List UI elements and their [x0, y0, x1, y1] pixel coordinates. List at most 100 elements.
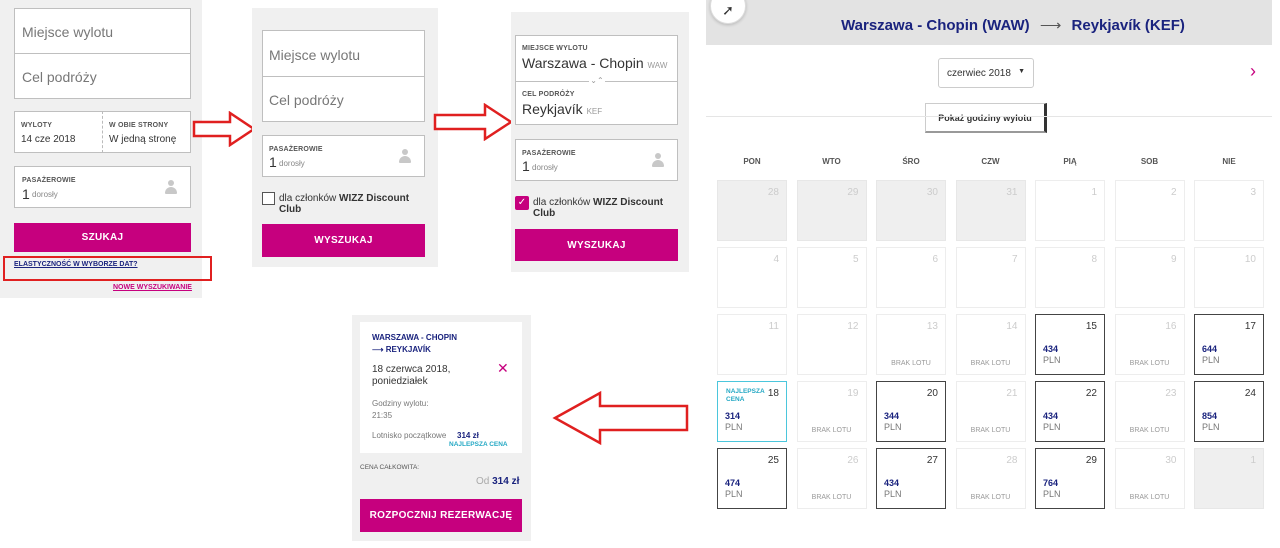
calendar-day: 2: [1114, 180, 1185, 241]
search-button[interactable]: WYSZUKAJ: [515, 229, 678, 261]
departure-date-field[interactable]: [14, 111, 103, 153]
search-button[interactable]: WYSZUKAJ: [262, 224, 425, 257]
day-number: 29: [1085, 455, 1097, 466]
day-currency: PLN: [1202, 422, 1220, 432]
summary-time-value: 21:35: [372, 411, 393, 420]
no-flight-label: BRAK LOTU: [1129, 494, 1170, 501]
day-currency: PLN: [1043, 355, 1061, 365]
best-price-badge: NAJLEPSZA CENA: [726, 388, 765, 403]
club-prefix: dla członków: [279, 193, 340, 204]
club-name-line2: Club: [533, 208, 556, 219]
calendar-day[interactable]: 18 314 PLN NAJLEPSZA CENA: [717, 381, 787, 442]
person-icon: [399, 149, 411, 163]
day-number: 30: [1165, 455, 1177, 466]
day-number: 14: [1006, 321, 1018, 332]
calendar-day: 31: [955, 180, 1026, 241]
calendar-day[interactable]: 20 344 PLN: [876, 381, 946, 442]
divider: [706, 116, 1272, 117]
no-flight-label: BRAK LOTU: [811, 494, 852, 501]
weekday-label: SOB: [1140, 157, 1159, 166]
month-select-value: czerwiec 2018: [947, 68, 1011, 79]
summary-route-to: ⟶ REYKJAVÍK: [372, 345, 431, 354]
calendar-day: 6: [876, 247, 946, 308]
calendar-day: 30 BRAK LOTU: [1114, 448, 1185, 509]
summary-route-from: WARSZAWA - CHOPIN: [372, 333, 458, 342]
calendar-day: 3: [1194, 180, 1264, 241]
calendar-day[interactable]: 24 854 PLN: [1194, 381, 1264, 442]
route-from: Warszawa - Chopin (WAW): [841, 17, 1030, 34]
calendar-day[interactable]: 27 434 PLN: [876, 448, 946, 509]
calendar-day: 23 BRAK LOTU: [1114, 381, 1185, 442]
passengers-label: PASAŻEROWIE: [22, 177, 76, 184]
calendar-day: 28 BRAK LOTU: [955, 448, 1026, 509]
day-currency: PLN: [1202, 355, 1220, 365]
day-currency: PLN: [1043, 489, 1061, 499]
calendar-day: 11: [717, 314, 787, 375]
day-number: 1: [1091, 187, 1097, 198]
day-number: 10: [1244, 254, 1256, 265]
arrow-right-icon: [192, 111, 256, 147]
search-button[interactable]: SZUKAJ: [14, 223, 191, 252]
passengers-count: 1: [269, 154, 277, 170]
destination-label: CEL PODRÓŻY: [522, 91, 575, 98]
day-number: 7: [1011, 254, 1018, 265]
calendar-day[interactable]: 25 474 PLN: [717, 448, 787, 509]
next-month-icon[interactable]: ›: [1250, 61, 1256, 82]
day-number: 26: [847, 455, 859, 466]
day-number: 11: [768, 321, 779, 332]
day-price: 344: [884, 411, 900, 421]
close-icon[interactable]: ✕: [497, 360, 509, 377]
destination-placeholder: Cel podróży: [22, 69, 97, 85]
person-icon: [165, 180, 177, 194]
day-currency: PLN: [884, 489, 902, 499]
calendar-day[interactable]: 15 434 PLN: [1035, 314, 1105, 375]
weekday-label: CZW: [981, 157, 1000, 166]
new-search-link[interactable]: NOWE WYSZUKIWANIE: [113, 284, 192, 291]
club-checkbox[interactable]: [262, 192, 275, 205]
return-field[interactable]: [102, 111, 191, 153]
route-arrow: ⟶: [1039, 17, 1062, 34]
calendar-day: 8: [1035, 247, 1105, 308]
day-price: 434: [884, 478, 900, 488]
arrow-right-icon: [433, 103, 513, 141]
summary-best-price: NAJLEPSZA CENA: [449, 441, 508, 448]
calendar-day: 29: [796, 180, 867, 241]
calendar-day[interactable]: 17 644 PLN: [1194, 314, 1264, 375]
departure-date-label: WYLOTY: [21, 122, 53, 129]
calendar-day: 4: [717, 247, 787, 308]
calendar-day: 1: [1035, 180, 1105, 241]
no-flight-label: BRAK LOTU: [1129, 427, 1170, 434]
swap-icon[interactable]: ⌄⌃: [589, 76, 605, 86]
summary-date-line1: 18 czerwca 2018,: [372, 364, 451, 375]
start-booking-button[interactable]: ROZPOCZNIJ REZERWACJĘ: [360, 499, 522, 532]
no-flight-label: BRAK LOTU: [891, 360, 931, 367]
calendar-day: 9: [1114, 247, 1185, 308]
departure-value: Warszawa - Chopin WAW: [522, 55, 667, 71]
no-flight-label: BRAK LOTU: [970, 494, 1011, 501]
club-checkbox-checked[interactable]: ✓: [515, 196, 529, 210]
day-price: 474: [725, 478, 741, 488]
day-number: 25: [767, 455, 779, 466]
calendar-day: 1: [1194, 448, 1264, 509]
summary-airport-price: 314 zł: [457, 431, 479, 440]
calendar-day: 30: [876, 180, 946, 241]
day-price: 854: [1202, 411, 1218, 421]
calendar-day[interactable]: 29 764 PLN: [1035, 448, 1105, 509]
day-number: 22: [1085, 388, 1097, 399]
no-flight-label: BRAK LOTU: [1129, 360, 1170, 367]
calendar-day: 19 BRAK LOTU: [796, 381, 867, 442]
day-number: 16: [1165, 321, 1177, 332]
weekday-label: PON: [743, 157, 761, 166]
passengers-count: 1: [522, 158, 530, 174]
day-number: 21: [1006, 388, 1018, 399]
day-number: 2: [1170, 187, 1177, 198]
flex-dates-link[interactable]: ELASTYCZNOŚĆ W WYBORZE DAT?: [14, 261, 138, 268]
departure-placeholder: Miejsce wylotu: [22, 24, 114, 40]
show-times-button[interactable]: Pokaż godziny wylotu: [925, 103, 1047, 133]
departure-date-value: 14 cze 2018: [21, 134, 76, 145]
calendar-day[interactable]: 22 434 PLN: [1035, 381, 1105, 442]
day-price: 434: [1043, 411, 1059, 421]
destination-code: KEF: [586, 107, 603, 116]
day-number: 8: [1091, 254, 1097, 265]
month-select[interactable]: czerwiec 2018 ▼: [938, 58, 1034, 88]
